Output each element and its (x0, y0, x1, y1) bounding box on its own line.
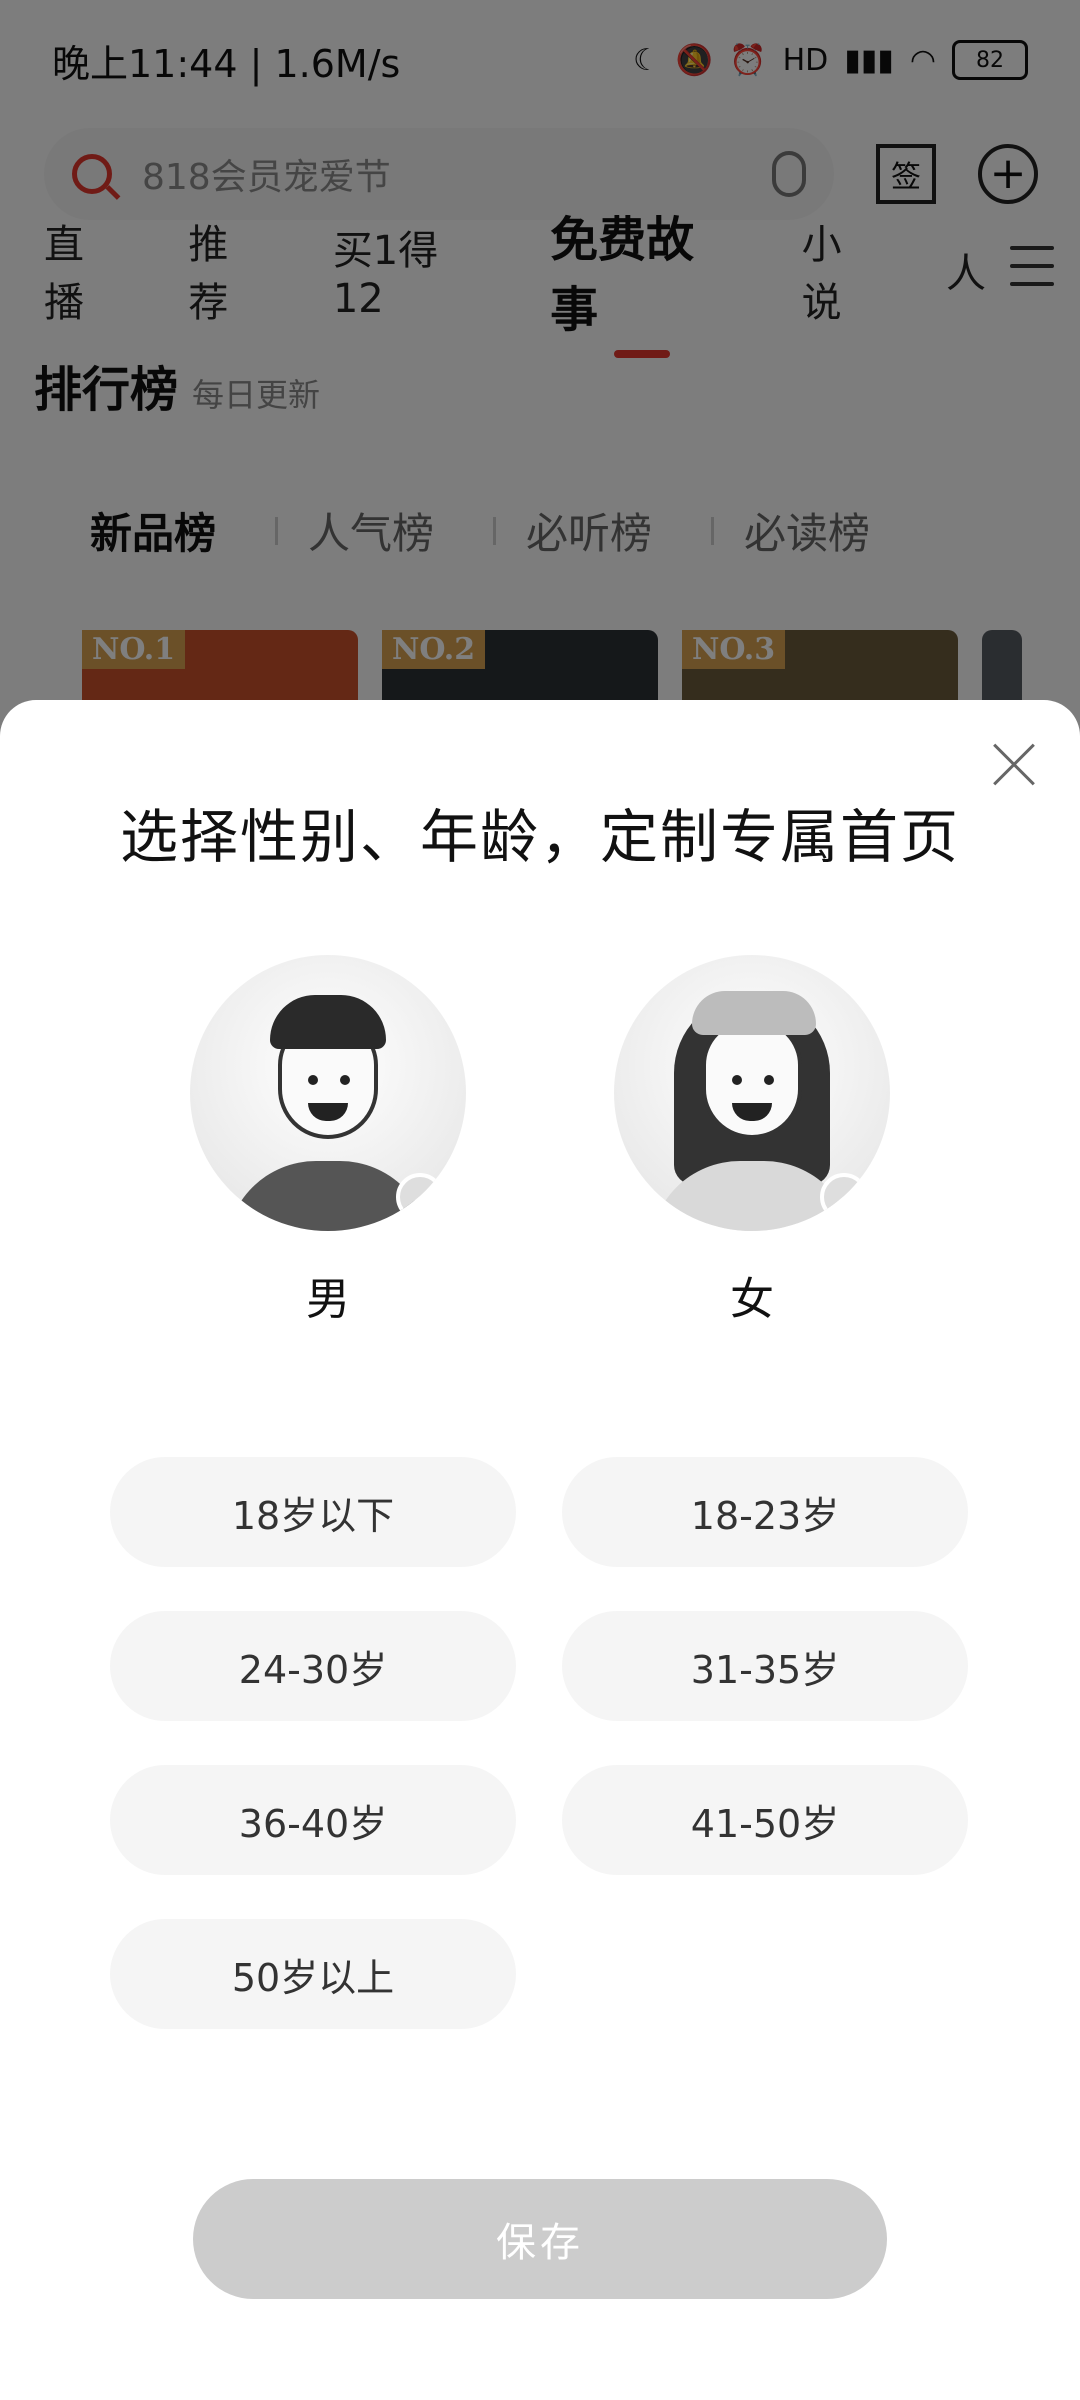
avatar-eye (764, 1075, 774, 1085)
female-avatar[interactable] (614, 955, 890, 1231)
age-option-18-23[interactable]: 18-23岁 (562, 1457, 968, 1567)
avatar-eye (732, 1075, 742, 1085)
avatar-face (702, 1019, 802, 1139)
avatar-eye (308, 1075, 318, 1085)
radio-button[interactable] (396, 1173, 444, 1221)
age-option-31-35[interactable]: 31-35岁 (562, 1611, 968, 1721)
age-option-24-30[interactable]: 24-30岁 (110, 1611, 516, 1721)
radio-button[interactable] (820, 1173, 868, 1221)
age-option-36-40[interactable]: 36-40岁 (110, 1765, 516, 1875)
gender-option-male[interactable]: 男 (190, 955, 466, 1327)
sheet-title: 选择性别、年龄，定制专属首页 (119, 803, 960, 871)
preference-sheet: 选择性别、年龄，定制专属首页 男 女 18岁以下 18-23岁 24-30岁 3… (0, 700, 1080, 2400)
avatar-hair (270, 995, 386, 1049)
gender-option-female[interactable]: 女 (614, 955, 890, 1327)
male-avatar[interactable] (190, 955, 466, 1231)
save-button[interactable]: 保存 (193, 2179, 887, 2299)
age-option-over-50[interactable]: 50岁以上 (110, 1919, 516, 2029)
avatar-beret (692, 991, 816, 1035)
close-icon[interactable] (990, 742, 1036, 788)
avatar-eye (340, 1075, 350, 1085)
age-options: 18岁以下 18-23岁 24-30岁 31-35岁 36-40岁 41-50岁… (110, 1457, 970, 2029)
age-option-under-18[interactable]: 18岁以下 (110, 1457, 516, 1567)
age-option-41-50[interactable]: 41-50岁 (562, 1765, 968, 1875)
gender-label: 女 (730, 1274, 774, 1325)
gender-label: 男 (306, 1274, 350, 1325)
